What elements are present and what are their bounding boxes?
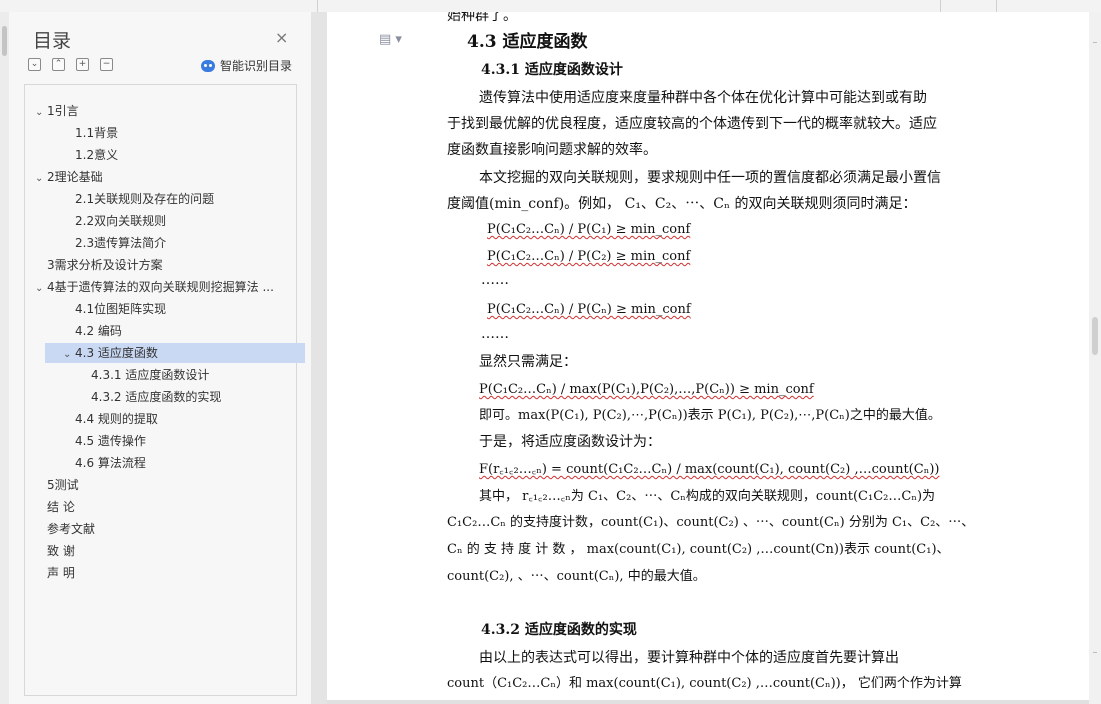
toc-panel: 目录 × ⌄ ⌃ + − 智能识别目录 ⌄ 1引言 1.1背景 1.2意义 ⌄ 2理论基础… (9, 12, 311, 704)
toc-item[interactable]: 2.1关联规则及存在的问题 (63, 189, 214, 209)
toc-item-label: 4.2 编码 (75, 324, 122, 338)
remove-heading-button[interactable]: − (100, 58, 113, 71)
toc-item-label: 4.1位图矩阵实现 (75, 302, 167, 316)
toc-item-label: 4.6 算法流程 (75, 456, 146, 470)
toc-item[interactable]: 4.2 编码 (63, 321, 122, 341)
document-scrollbar[interactable] (1089, 12, 1101, 704)
toc-item-label: 2.3遗传算法简介 (75, 236, 167, 250)
toc-panel-title: 目录 (33, 30, 72, 52)
paragraph-line: 遗传算法中使用适应度来度量种群中各个体在优化计算中可能达到或有助 (479, 90, 927, 106)
toc-item[interactable]: 4.4 规则的提取 (63, 409, 158, 429)
page-bottom-edge (327, 700, 1089, 704)
toc-item-label: 4.3 适应度函数 (75, 346, 158, 360)
chevron-down-icon[interactable]: ⌄ (35, 279, 47, 299)
heading-4-3-1: 4.3.1 适应度函数设计 (481, 62, 623, 78)
toc-tree: ⌄ 1引言 1.1背景 1.2意义 ⌄ 2理论基础 2.1关联规则及存在的问题 2.2双向关联… (24, 84, 305, 696)
paragraph-line: 度阈值(min_conf)。例如， C₁、C₂、⋯、Cₙ 的双向关联规则须同时满… (447, 196, 917, 212)
toc-item[interactable]: 1.2意义 (63, 145, 118, 165)
toc-item-label: 2.1关联规则及存在的问题 (75, 192, 215, 206)
chevron-down-icon[interactable]: ⌄ (35, 169, 47, 189)
toc-item-label: 4基于遗传算法的双向关联规则挖掘算法 ... (47, 280, 274, 294)
chevron-down-icon[interactable]: ⌄ (63, 345, 75, 365)
document-page[interactable]: ▤ ▾ 始种群了。 4.3 适应度函数 4.3.1 适应度函数设计 遗传算法中使… (327, 12, 1089, 704)
toc-item-label: 1.1背景 (75, 126, 119, 140)
toc-item-label: 4.5 遗传操作 (75, 434, 146, 448)
toc-item-label: 4.3.1 适应度函数设计 (91, 368, 210, 382)
toc-item[interactable]: 4.3.2 适应度函数的实现 (79, 387, 221, 407)
paragraph-line: Cₙ 的 支 持 度 计 数 ， max(count(C₁), count(C₂… (447, 542, 950, 557)
formula-line: P(C₁C₂…Cₙ) / P(Cₙ) ≥ min_conf (487, 302, 691, 317)
paragraph-line: count（C₁C₂…Cₙ）和 max(count(C₁), count(C₂)… (447, 676, 962, 691)
document-outline-icon[interactable]: ▤ ▾ (379, 32, 402, 47)
document-scrollbar-thumb[interactable] (1092, 317, 1098, 355)
top-strip-segment (880, 0, 941, 12)
toc-item[interactable]: 5测试 (35, 475, 79, 495)
paragraph-line: 于是，将适应度函数设计为： (479, 434, 661, 450)
toc-item[interactable]: 参考文献 (35, 519, 95, 539)
close-icon[interactable]: × (275, 28, 288, 47)
toc-item-label: 致 谢 (47, 544, 75, 558)
top-strip-segment (0, 0, 318, 12)
ellipsis-line: …… (481, 272, 509, 288)
paragraph-line: 显然只需满足： (479, 354, 577, 370)
formula-line: F(r꜀₁꜀₂…꜀ₙ) = count(C₁C₂…Cₙ) / max(count… (479, 462, 940, 477)
scroll-marker (1093, 652, 1097, 653)
ellipsis-line: …… (481, 326, 509, 342)
toc-item-label: 声 明 (47, 566, 75, 580)
scroll-marker (1093, 42, 1097, 43)
toc-item[interactable]: 声 明 (35, 563, 75, 583)
ai-robot-icon (201, 60, 215, 72)
smart-toc-button[interactable]: 智能识别目录 (201, 57, 292, 74)
toc-item-label: 2理论基础 (47, 170, 103, 184)
add-heading-button[interactable]: + (76, 58, 89, 71)
toc-item[interactable]: ⌄ 4基于遗传算法的双向关联规则挖掘算法 ... (35, 277, 274, 297)
paragraph-cut-top: 始种群了。 (447, 12, 517, 24)
toc-item[interactable]: 4.6 算法流程 (63, 453, 146, 473)
top-strip-segment (940, 0, 997, 12)
toc-item-label: 4.3.2 适应度函数的实现 (91, 390, 222, 404)
toc-item[interactable]: ⌄ 1引言 (35, 101, 79, 121)
level-up-button[interactable]: ⌃ (52, 58, 65, 71)
paragraph-line: 度函数直接影响问题求解的效率。 (447, 142, 657, 158)
toc-item[interactable]: 2.3遗传算法简介 (63, 233, 166, 253)
paragraph-line: 其中， r꜀₁꜀₂…꜀ₙ为 C₁、C₂、⋯、Cₙ构成的双向关联规则，count(… (479, 489, 936, 504)
heading-4-3-2: 4.3.2 适应度函数的实现 (481, 622, 637, 638)
toc-item[interactable]: 2.2双向关联规则 (63, 211, 166, 231)
panel-splitter[interactable] (311, 12, 327, 704)
toc-item[interactable]: 3需求分析及设计方案 (35, 255, 163, 275)
toc-item-label: 4.4 规则的提取 (75, 412, 158, 426)
formula-line: P(C₁C₂…Cₙ) / max(P(C₁),P(C₂),…,P(Cₙ)) ≥ … (479, 382, 814, 397)
nav-scrollbar[interactable] (0, 12, 9, 704)
toc-item[interactable]: 结 论 (35, 497, 75, 517)
toc-item-label: 1.2意义 (75, 148, 119, 162)
paragraph-line: count(C₂), 、⋯、count(Cₙ), 中的最大值。 (447, 569, 706, 584)
paragraph-line: 于找到最优解的优良程度，适应度较高的个体遗传到下一代的概率就较大。适应 (447, 116, 937, 132)
paragraph-line: 本文挖掘的双向关联规则，要求规则中任一项的置信度都必须满足最小置信 (479, 170, 941, 186)
toc-item[interactable]: 致 谢 (35, 541, 75, 561)
paragraph-line: 即可。max(P(C₁), P(C₂),⋯,P(Cₙ))表示 P(C₁), P(… (479, 408, 941, 423)
toc-item-label: 结 论 (47, 500, 75, 514)
formula-line: P(C₁C₂…Cₙ) / P(C₁) ≥ min_conf (487, 222, 691, 237)
formula-line: P(C₁C₂…Cₙ) / P(C₂) ≥ min_conf (487, 249, 691, 264)
toc-item-label: 1引言 (47, 104, 79, 118)
chevron-down-icon[interactable]: ⌄ (35, 103, 47, 123)
heading-4-3: 4.3 适应度函数 (467, 32, 588, 52)
paragraph-line: C₁C₂…Cₙ 的支持度计数，count(C₁)、count(C₂) 、⋯、co… (447, 515, 975, 530)
toc-item[interactable]: ⌄ 4.3 适应度函数 (45, 343, 305, 363)
toc-item-label: 5测试 (47, 478, 79, 492)
toc-item-label: 参考文献 (47, 522, 96, 536)
toc-item[interactable]: ⌄ 2理论基础 (35, 167, 103, 187)
toc-item[interactable]: 4.5 遗传操作 (63, 431, 146, 451)
toc-item-label: 2.2双向关联规则 (75, 214, 167, 228)
paragraph-line: 由以上的表达式可以得出，要计算种群中个体的适应度首先要计算出 (479, 650, 899, 666)
toc-item[interactable]: 4.1位图矩阵实现 (63, 299, 166, 319)
toc-item[interactable]: 4.3.1 适应度函数设计 (79, 365, 209, 385)
nav-scrollbar-thumb[interactable] (2, 26, 7, 56)
toc-item[interactable]: 1.1背景 (63, 123, 118, 143)
toc-item-label: 3需求分析及设计方案 (47, 258, 163, 272)
collapse-all-button[interactable]: ⌄ (28, 58, 41, 71)
smart-toc-label: 智能识别目录 (220, 59, 293, 73)
